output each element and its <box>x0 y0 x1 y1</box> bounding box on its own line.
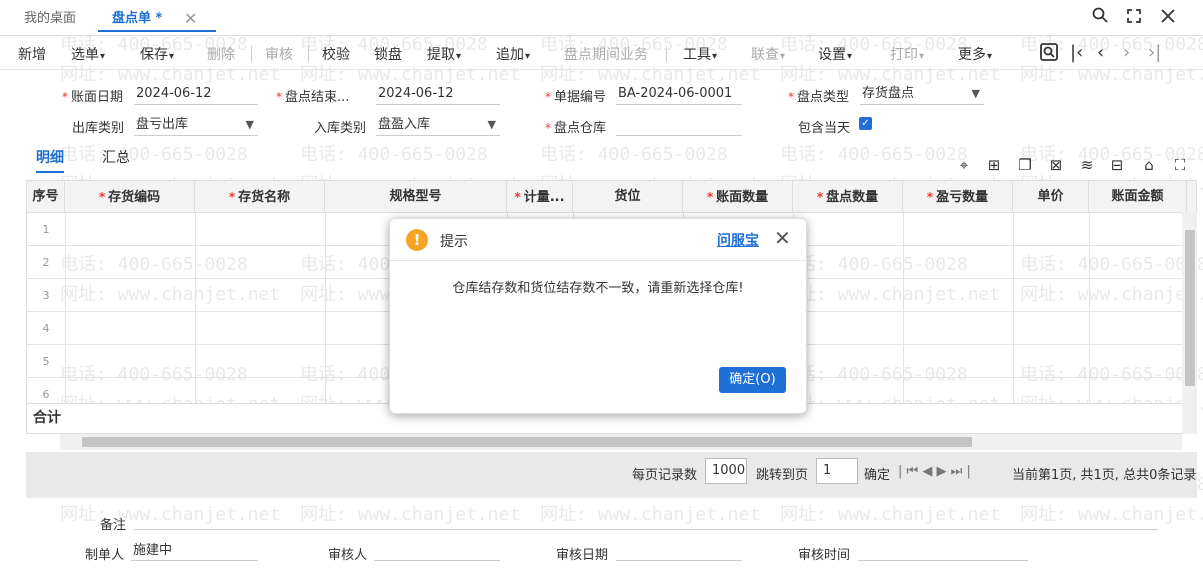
warning-icon: ! <box>406 229 428 251</box>
help-link[interactable]: 问服宝 <box>717 230 759 250</box>
close-icon[interactable]: ✕ <box>774 226 791 250</box>
dialog-message: 仓库结存数和货位结存数不一致，请重新选择仓库! <box>452 281 744 296</box>
alert-dialog: ! 提示 问服宝 ✕ 仓库结存数和货位结存数不一致，请重新选择仓库! 确定(O) <box>389 218 807 414</box>
dialog-title: 提示 <box>440 234 468 250</box>
ok-button[interactable]: 确定(O) <box>719 367 786 393</box>
dialog-header: ! 提示 问服宝 ✕ <box>390 219 806 261</box>
